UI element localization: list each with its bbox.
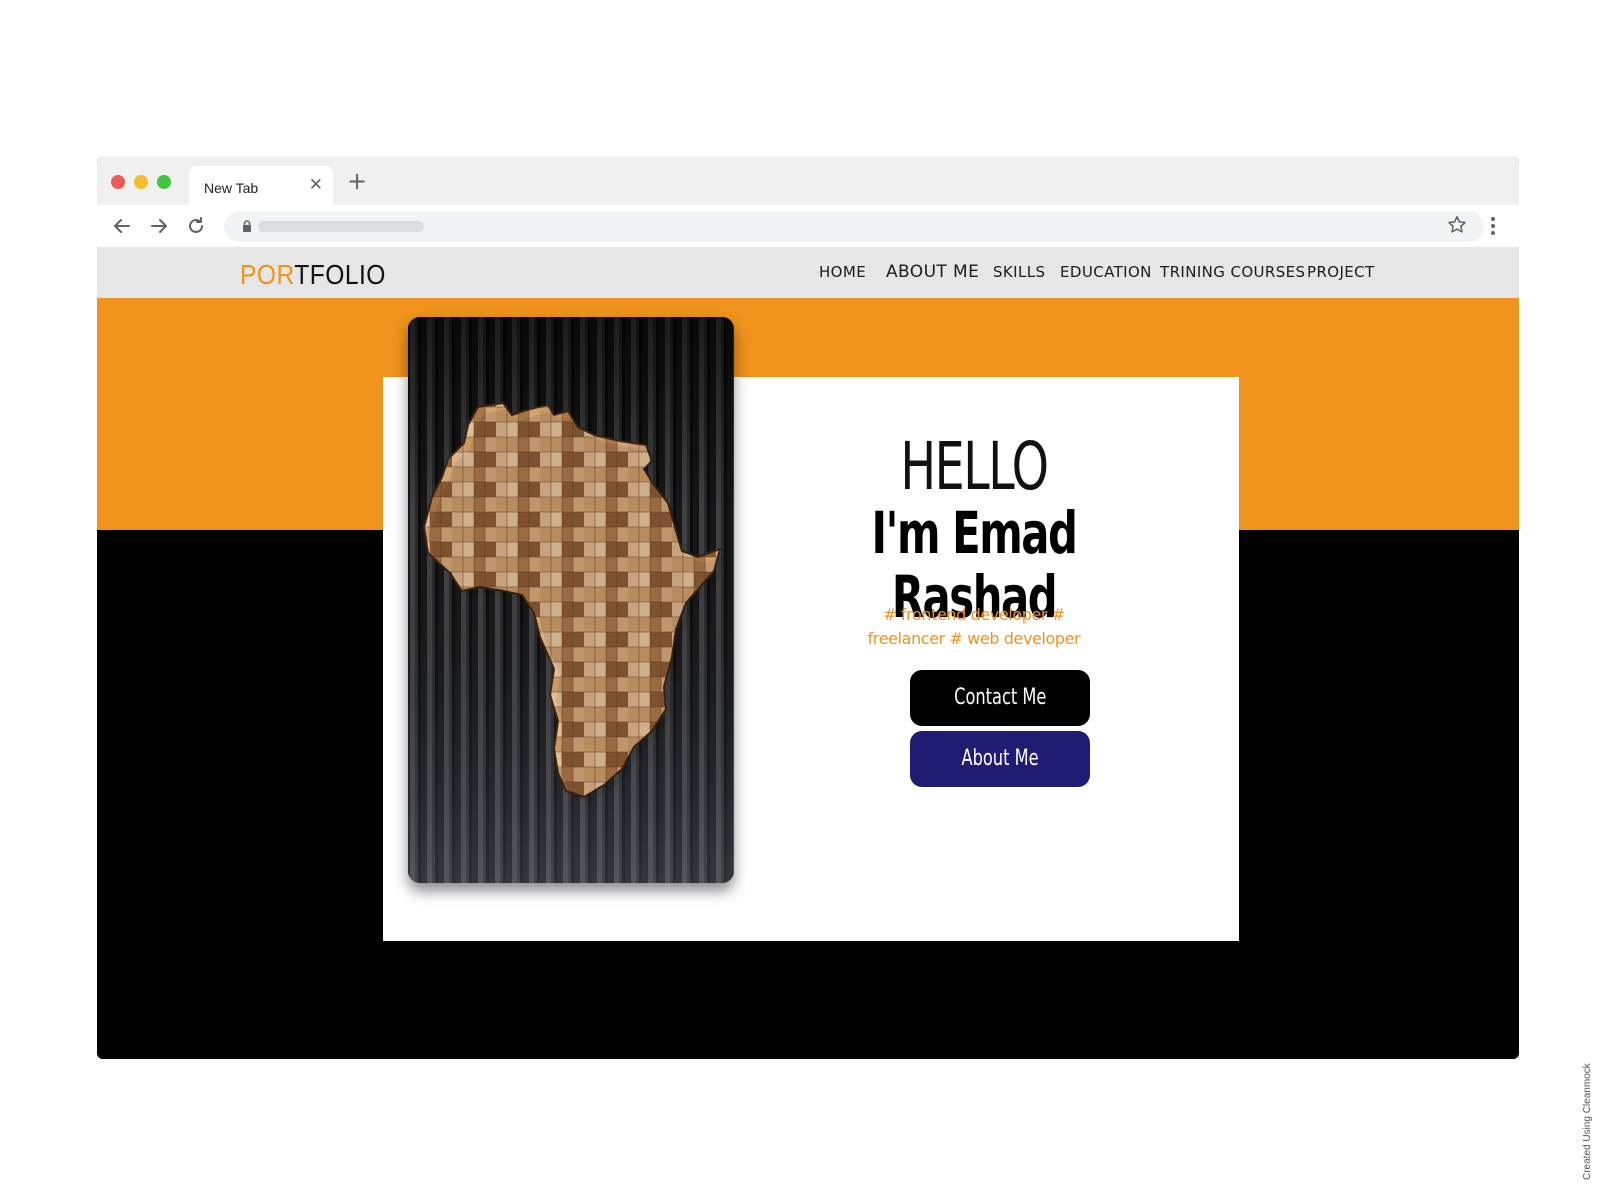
maximize-window-button[interactable]: [157, 175, 171, 189]
about-me-label: About Me: [961, 746, 1039, 771]
url-text-placeholder: [258, 221, 424, 232]
close-tab-icon[interactable]: ✕: [309, 175, 323, 195]
bookmark-star-icon[interactable]: [1446, 214, 1468, 236]
menu-kebab-icon[interactable]: [1490, 215, 1496, 237]
minimize-window-button[interactable]: [134, 175, 148, 189]
reload-icon[interactable]: [184, 214, 208, 238]
tagline-line-1: # frontend developer #: [883, 605, 1065, 624]
new-tab-icon[interactable]: +: [347, 169, 367, 193]
browser-toolbar: [97, 205, 1519, 247]
forward-arrow-icon[interactable]: [147, 214, 171, 238]
site-logo[interactable]: PORTFOLIO: [240, 259, 386, 291]
browser-window: New Tab ✕ + PORTFOLIO HOME ABOUT ME SKIL…: [97, 157, 1519, 1059]
profile-image: [408, 317, 734, 883]
tab-title: New Tab: [204, 180, 259, 196]
logo-accent: POR: [240, 259, 295, 290]
address-bar[interactable]: [224, 211, 1484, 242]
portfolio-page: PORTFOLIO HOME ABOUT ME SKILLS EDUCATION…: [97, 247, 1519, 1059]
about-me-button[interactable]: About Me: [910, 731, 1090, 787]
tab-new-tab[interactable]: New Tab ✕: [189, 166, 333, 205]
hero-greeting: HELLO: [900, 428, 1049, 505]
tagline-line-2: freelancer # web developer: [867, 629, 1081, 648]
nav-trining-courses[interactable]: TRINING COURSES: [1160, 263, 1305, 281]
site-header: PORTFOLIO HOME ABOUT ME SKILLS EDUCATION…: [97, 247, 1519, 298]
logo-rest: TFOLIO: [294, 259, 386, 290]
nav-skills[interactable]: SKILLS: [993, 263, 1045, 281]
watermark-credit: Created Using Cleanmock: [1582, 1063, 1593, 1180]
back-arrow-icon[interactable]: [110, 214, 134, 238]
contact-me-label: Contact Me: [953, 685, 1047, 710]
africa-wood-mosaic-image: [408, 317, 734, 883]
nav-education[interactable]: EDUCATION: [1060, 263, 1152, 281]
tab-strip: New Tab ✕ +: [97, 157, 1519, 205]
nav-home[interactable]: HOME: [819, 263, 866, 281]
contact-me-button[interactable]: Contact Me: [910, 670, 1090, 726]
hero-tagline: # frontend developer # freelancer # web …: [849, 603, 1099, 651]
close-window-button[interactable]: [111, 175, 125, 189]
nav-project[interactable]: PROJECT: [1307, 263, 1375, 281]
lock-icon: [243, 220, 251, 232]
nav-about-me[interactable]: ABOUT ME: [886, 262, 979, 282]
